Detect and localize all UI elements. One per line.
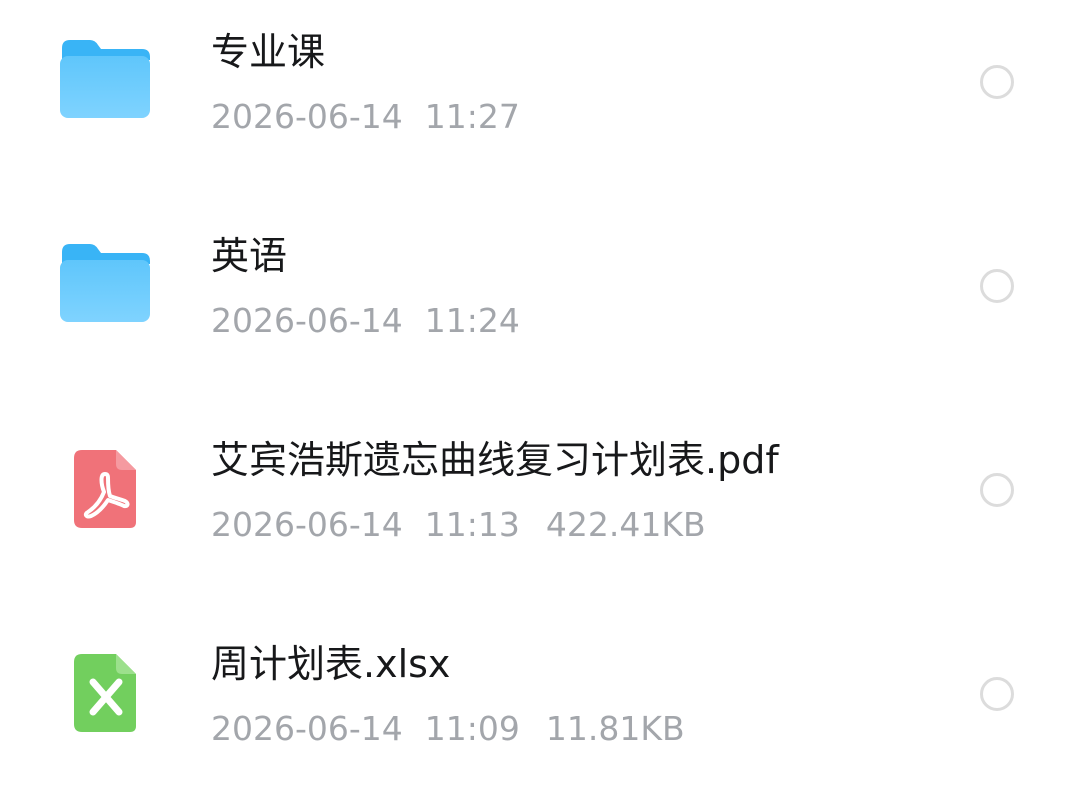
file-date: 2026-06-14 xyxy=(211,97,403,136)
select-radio-button[interactable] xyxy=(980,677,1014,711)
file-time: 11:13 xyxy=(424,505,520,544)
file-meta: 2026-06-14 11:13 422.41KB xyxy=(211,503,706,547)
file-meta: 2026-06-14 11:24 xyxy=(211,299,520,343)
file-date: 2026-06-14 xyxy=(211,505,403,544)
file-row-xlsx[interactable]: 周计划表.xlsx 2026-06-14 11:09 11.81KB xyxy=(0,592,1080,796)
file-list: 专业课 2026-06-14 11:27 英语 2026-06-14 11:24 xyxy=(0,0,1080,795)
select-radio-button[interactable] xyxy=(980,65,1014,99)
file-row-folder-yingyu[interactable]: 英语 2026-06-14 11:24 xyxy=(0,184,1080,388)
file-time: 11:24 xyxy=(424,301,520,340)
select-radio-button[interactable] xyxy=(980,473,1014,507)
file-size: 11.81KB xyxy=(545,709,685,748)
file-meta: 2026-06-14 11:27 xyxy=(211,95,520,139)
file-size: 422.41KB xyxy=(545,505,706,544)
file-meta: 2026-06-14 11:09 11.81KB xyxy=(211,707,685,751)
file-date: 2026-06-14 xyxy=(211,709,403,748)
file-row-pdf[interactable]: 艾宾浩斯遗忘曲线复习计划表.pdf 2026-06-14 11:13 422.41K… xyxy=(0,388,1080,592)
file-name: 专业课 xyxy=(211,30,326,74)
file-name: 艾宾浩斯遗忘曲线复习计划表.pdf xyxy=(211,438,779,482)
excel-file-icon xyxy=(58,650,152,732)
file-time: 11:09 xyxy=(424,709,520,748)
file-date: 2026-06-14 xyxy=(211,301,403,340)
folder-icon xyxy=(58,242,152,324)
file-name: 英语 xyxy=(211,234,288,278)
file-name: 周计划表.xlsx xyxy=(211,642,451,686)
file-time: 11:27 xyxy=(424,97,520,136)
folder-icon xyxy=(58,38,152,120)
file-row-folder-zhuanyeke[interactable]: 专业课 2026-06-14 11:27 xyxy=(0,0,1080,184)
pdf-file-icon xyxy=(58,446,152,528)
select-radio-button[interactable] xyxy=(980,269,1014,303)
